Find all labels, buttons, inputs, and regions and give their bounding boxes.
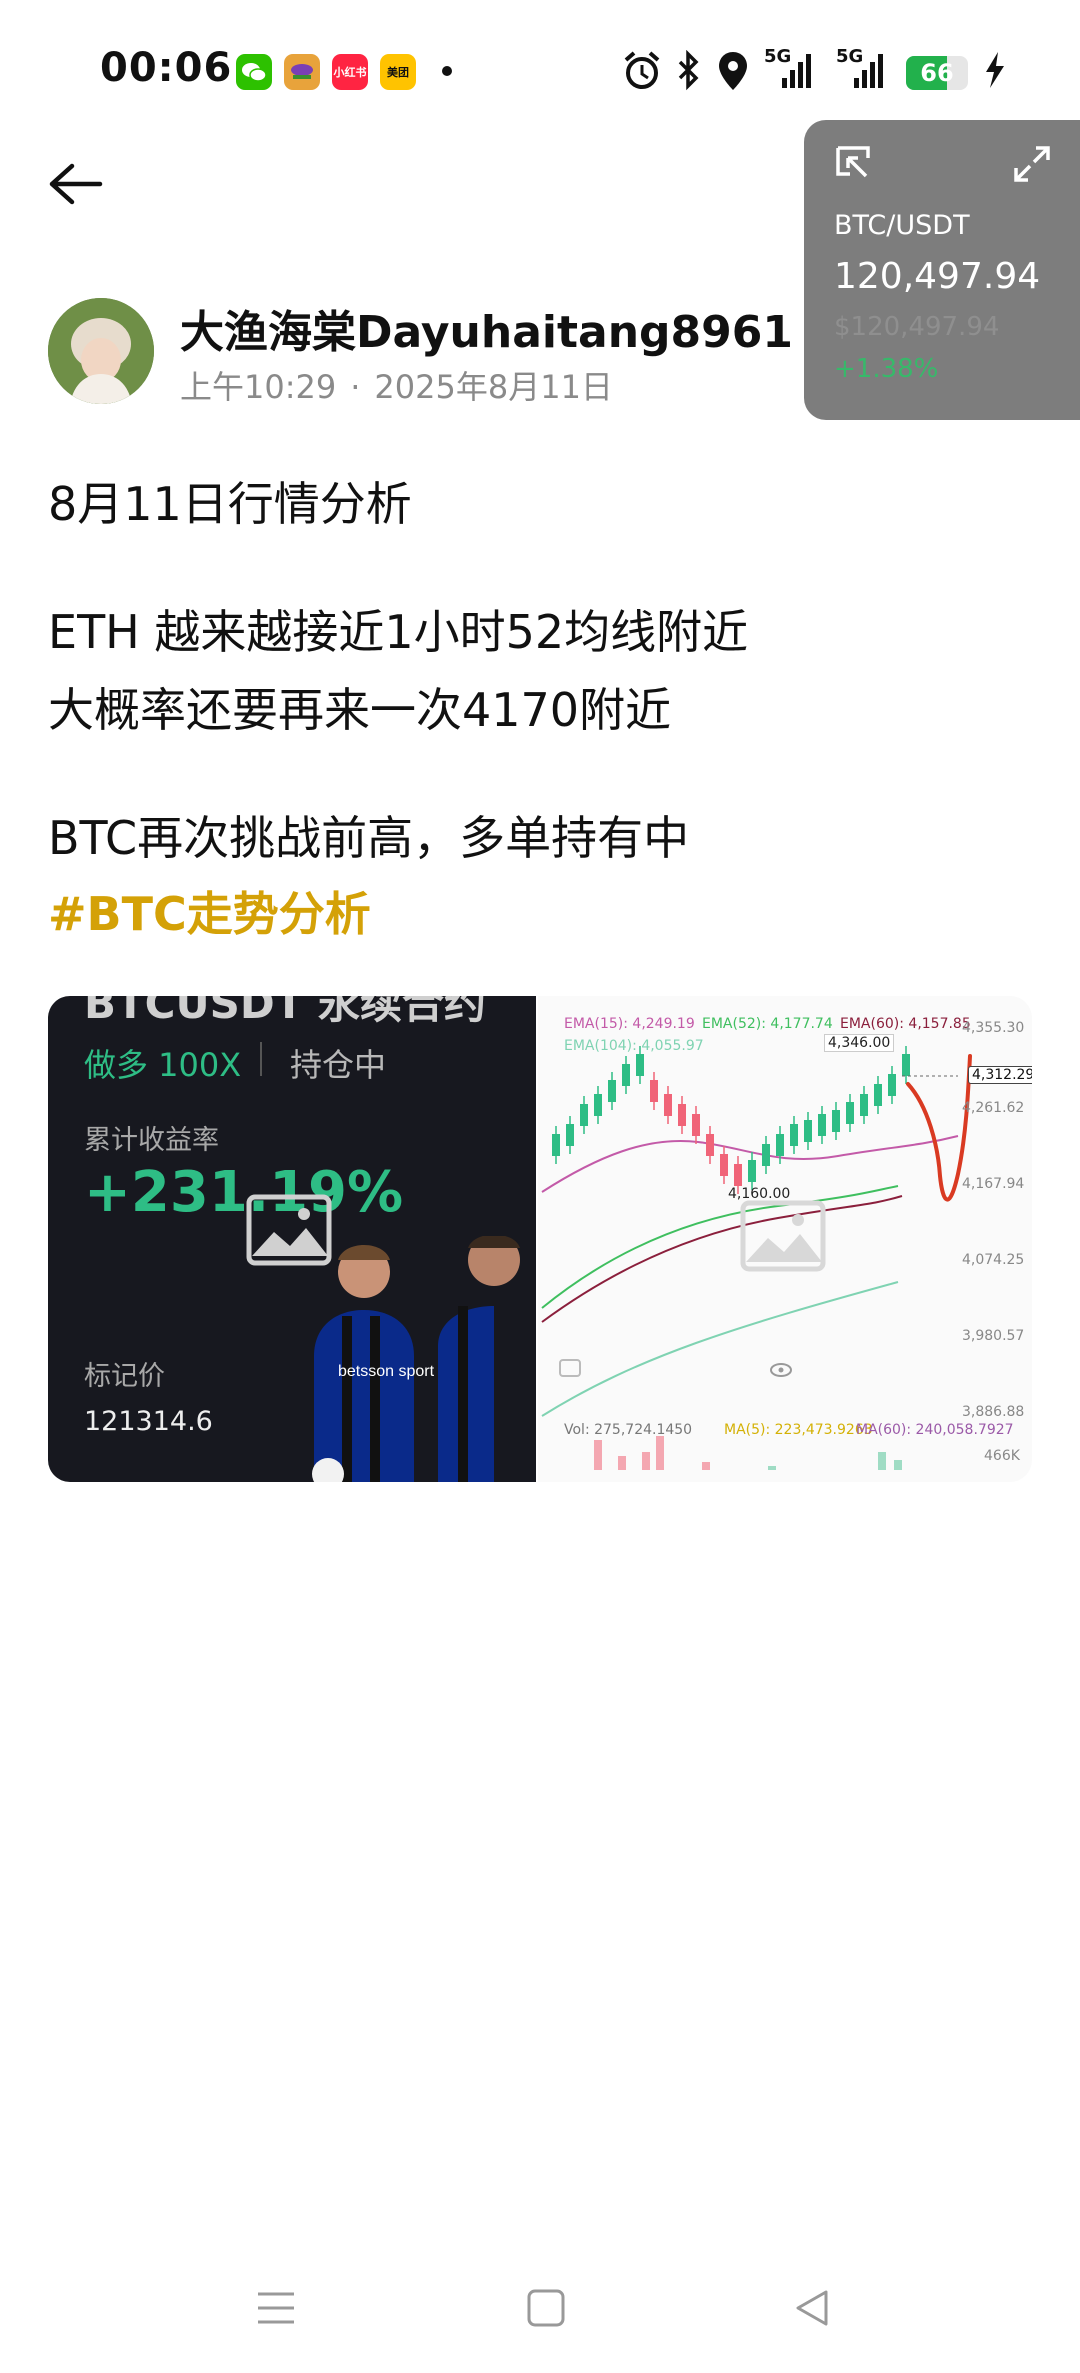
- position-status: 持仓中: [290, 1046, 387, 1084]
- home-nav-icon[interactable]: [526, 2288, 566, 2328]
- post-image-position-card[interactable]: BTCUSDT 永续合约 做多 100X 持仓中 累计收益率 +231.19% …: [48, 996, 536, 1482]
- image-placeholder-icon: [246, 1194, 332, 1266]
- status-time: 00:06: [100, 45, 233, 91]
- axis-tick-2: 4,261.62: [962, 1100, 1025, 1116]
- location-icon: [719, 52, 747, 90]
- axis-tick-5: 3,980.57: [962, 1328, 1025, 1344]
- return-value: +231.19%: [84, 1160, 404, 1225]
- mark-price-label: 标记价: [84, 1361, 165, 1392]
- more-notifications-dot: [442, 66, 452, 76]
- axis-tick-1: 4,355.30: [962, 1020, 1025, 1036]
- author-name[interactable]: 大渔海棠Dayuhaitang8961: [180, 296, 793, 360]
- battery-indicator: 66: [906, 56, 968, 90]
- alarm-icon: [624, 51, 660, 89]
- bluetooth-icon: [678, 50, 699, 91]
- post-line-3: 大概率还要再来一次4170附近: [48, 683, 672, 737]
- exit-float-icon[interactable]: [834, 144, 874, 180]
- back-nav-icon[interactable]: [792, 2288, 832, 2328]
- game-app-icon: [284, 54, 320, 90]
- widget-price: 120,497.94: [834, 256, 1041, 297]
- signal-icon: [782, 54, 811, 88]
- wechat-icon: [236, 54, 272, 90]
- footballers-illustration: betsson sport: [312, 1236, 520, 1482]
- avatar[interactable]: [48, 298, 154, 404]
- menu-nav-icon[interactable]: [256, 2290, 296, 2326]
- meta-separator: ·: [350, 368, 361, 406]
- return-label: 累计收益率: [84, 1125, 219, 1156]
- widget-pair: BTC/USDT: [834, 210, 970, 241]
- position-direction: 做多 100X: [84, 1046, 242, 1084]
- xiaohongshu-icon: 小红书: [332, 54, 368, 90]
- ma5-label: MA(5): 223,473.9263: [724, 1422, 873, 1438]
- status-bar: 00:06 小红书 美团 5G 5G 66: [0, 0, 1080, 140]
- ma60-label: MA(60): 240,058.7927: [856, 1422, 1014, 1438]
- post-meta: 上午10:29 · 2025年8月11日: [180, 362, 613, 408]
- meituan-icon: 美团: [380, 54, 416, 90]
- back-arrow-icon[interactable]: [48, 162, 104, 206]
- axis-tick-3: 4,167.94: [962, 1176, 1025, 1192]
- post-time: 上午10:29: [180, 368, 337, 406]
- signal-icon-2: [854, 54, 883, 88]
- sponsor-logo: betsson sport: [338, 1363, 435, 1380]
- expand-icon[interactable]: [1012, 144, 1052, 184]
- price-float-widget[interactable]: BTC/USDT 120,497.94 $120,497.94 +1.38%: [804, 120, 1080, 420]
- high-price-label: 4,346.00: [824, 1034, 895, 1052]
- widget-change: +1.38%: [834, 354, 939, 384]
- post-line-1: 8月11日行情分析: [48, 477, 412, 531]
- battery-level: 66: [920, 59, 954, 87]
- card-top-title: BTCUSDT 永续合约: [84, 996, 486, 1028]
- post-image-kline-chart[interactable]: EMA(15): 4,249.19 EMA(52): 4,177.74 EMA(…: [538, 996, 1032, 1482]
- axis-tick-4: 4,074.25: [962, 1252, 1025, 1268]
- divider: [260, 1042, 262, 1076]
- post-line-4: BTC再次挑战前高，多单持有中: [48, 811, 690, 865]
- mark-price-value: 121314.6: [84, 1406, 213, 1437]
- current-price-label: 4,312.29: [968, 1066, 1032, 1084]
- post-date: 2025年8月11日: [374, 368, 613, 406]
- hashtag-link[interactable]: #BTC走势分析: [48, 878, 371, 944]
- charging-icon: [986, 52, 1004, 88]
- image-placeholder-icon-2: [740, 1200, 826, 1272]
- post-line-2: ETH 越来越接近1小时52均线附近: [48, 605, 749, 659]
- volume-axis-label: 466K: [984, 1448, 1020, 1464]
- widget-usd-price: $120,497.94: [834, 312, 1000, 342]
- axis-tick-6: 3,886.88: [962, 1404, 1025, 1420]
- volume-label: Vol: 275,724.1450: [564, 1422, 693, 1438]
